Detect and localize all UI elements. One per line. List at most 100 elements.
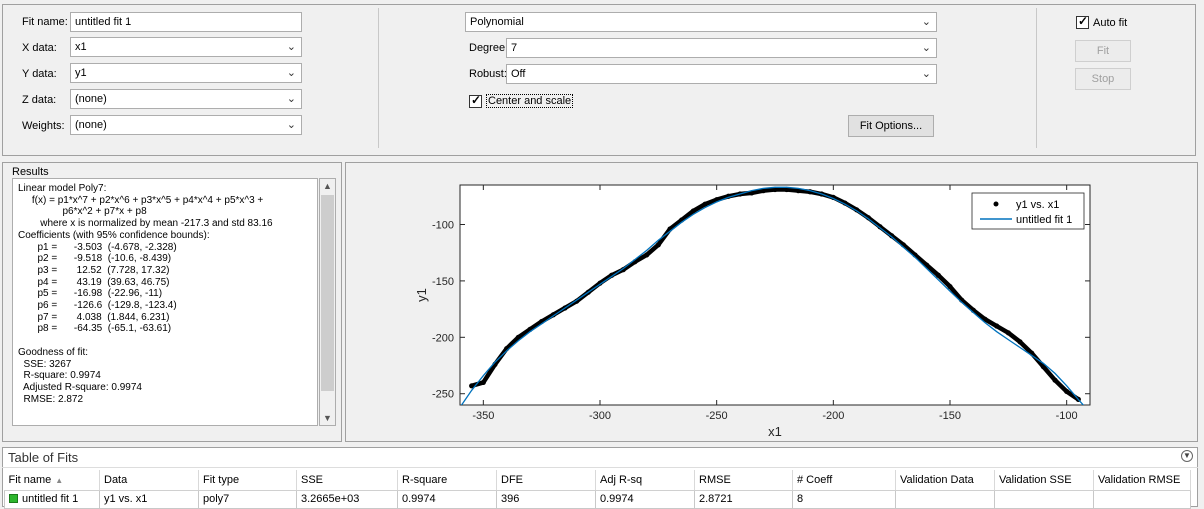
column-header[interactable]: SSE <box>296 470 398 491</box>
results-line <box>18 335 312 347</box>
cell-value: 2.8721 <box>699 493 733 505</box>
results-line: Coefficients (with 95% confidence bounds… <box>18 229 210 241</box>
table-cell: 3.2665e+03 <box>296 489 398 509</box>
results-line: where x is normalized by mean -217.3 and… <box>18 218 273 230</box>
table-cell <box>895 489 995 509</box>
table-header-divider <box>2 467 1198 468</box>
y-tick-label: -150 <box>432 276 454 288</box>
cell-value: untitled fit 1 <box>22 493 79 505</box>
table-cell: y1 vs. x1 <box>99 489 199 509</box>
y-data-select[interactable]: y1 ⌄ <box>70 63 302 83</box>
robust-select[interactable]: Off ⌄ <box>506 64 937 84</box>
column-header[interactable]: Fit name ▲ <box>4 470 100 491</box>
column-header[interactable]: R-square <box>397 470 497 491</box>
checkbox-checked-icon[interactable] <box>469 93 482 108</box>
y-axis-label: y1 <box>414 288 429 302</box>
scroll-up-icon[interactable]: ▲ <box>323 181 332 191</box>
x-tick-label: -300 <box>589 410 611 422</box>
stop-button[interactable]: Stop <box>1075 68 1131 90</box>
results-line: Linear model Poly7: <box>18 183 107 194</box>
z-data-label: Z data: <box>22 94 57 106</box>
results-line: RMSE: 2.872 <box>18 393 84 405</box>
cell-value: y1 vs. x1 <box>104 493 148 505</box>
table-cell: poly7 <box>198 489 297 509</box>
results-line: p6 = -126.6 (-129.8, -123.4) <box>18 300 177 312</box>
chevron-down-icon: ⌄ <box>286 93 296 105</box>
column-header[interactable]: Validation SSE <box>994 470 1094 491</box>
results-line: p3 = 12.52 (7.728, 17.32) <box>18 264 170 276</box>
center-scale-checkbox[interactable]: Center and scale <box>469 93 574 108</box>
fit-type-select[interactable]: Polynomial ⌄ <box>465 12 937 32</box>
column-header[interactable]: Fit type <box>198 470 297 491</box>
legend-marker-points <box>993 201 999 207</box>
results-line: SSE: 3267 <box>18 358 72 370</box>
scrollbar-thumb[interactable] <box>321 195 334 391</box>
x-data-select[interactable]: x1 ⌄ <box>70 37 302 57</box>
column-header[interactable]: RMSE <box>694 470 793 491</box>
degree-value: 7 <box>511 42 518 54</box>
weights-select[interactable]: (none) ⌄ <box>70 115 302 135</box>
x-axis-label: x1 <box>768 424 782 439</box>
fit-plot[interactable]: -350 -300 -250 -200 -150 -100 -100 -150 -200 -250… <box>346 163 1197 441</box>
y-tick-label: -200 <box>432 332 454 344</box>
x-tick-label: -100 <box>1056 410 1078 422</box>
scroll-down-icon[interactable]: ▼ <box>323 413 332 423</box>
chevron-down-icon: ⌄ <box>921 42 931 54</box>
column-header[interactable]: Validation Data <box>895 470 995 491</box>
column-header[interactable]: Adj R-sq <box>595 470 695 491</box>
column-header[interactable]: DFE <box>496 470 596 491</box>
robust-value: Off <box>511 68 526 80</box>
y-data-value: y1 <box>75 67 87 79</box>
table-of-fits-title: Table of Fits <box>8 450 79 465</box>
results-line: Adjusted R-square: 0.9974 <box>18 381 142 393</box>
x-tick-label: -150 <box>939 410 961 422</box>
z-data-select[interactable]: (none) ⌄ <box>70 89 302 109</box>
x-tick-label: -350 <box>472 410 494 422</box>
table-cell <box>1093 489 1191 509</box>
table-cell <box>994 489 1094 509</box>
results-line: Goodness of fit: <box>18 346 89 358</box>
table-cell: 2.8721 <box>694 489 793 509</box>
results-text-area[interactable]: Linear model Poly7: f(x) = p1*x^7 + p2*x… <box>12 178 318 426</box>
results-line: p4 = 43.19 (39.63, 46.75) <box>18 276 170 288</box>
robust-label: Robust: <box>469 68 507 80</box>
degree-label: Degree: <box>469 42 509 54</box>
x-tick-label: -200 <box>822 410 844 422</box>
fit-options-button[interactable]: Fit Options... <box>848 115 934 137</box>
weights-value: (none) <box>75 119 107 131</box>
results-line: p6*x^2 + p7*x + p8 <box>18 206 147 218</box>
fit-name-label: Fit name: <box>22 16 68 28</box>
checkbox-checked-icon[interactable] <box>1076 14 1089 29</box>
results-title: Results <box>12 166 49 178</box>
fit-name-input[interactable]: untitled fit 1 <box>70 12 302 32</box>
table-cell: 396 <box>496 489 596 509</box>
fit-button[interactable]: Fit <box>1075 40 1131 62</box>
auto-fit-label: Auto fit <box>1093 16 1128 29</box>
legend-label: y1 vs. x1 <box>1016 199 1059 211</box>
cell-value: poly7 <box>203 493 230 505</box>
fit-type-value: Polynomial <box>470 16 524 28</box>
collapse-icon[interactable]: ▼ <box>1181 450 1193 462</box>
panel-divider-2 <box>1036 8 1037 148</box>
degree-select[interactable]: 7 ⌄ <box>506 38 937 58</box>
cell-value: 396 <box>501 493 520 505</box>
y-data-label: Y data: <box>22 68 57 80</box>
panel-divider-1 <box>378 8 379 148</box>
results-scrollbar[interactable]: ▲ ▼ <box>319 178 336 426</box>
table-row[interactable]: untitled fit 1 y1 vs. x1 poly7 3.2665e+03 0.… <box>4 489 1191 509</box>
center-scale-label: Center and scale <box>486 94 574 108</box>
table-cell: 8 <box>792 489 896 509</box>
column-header[interactable]: Data <box>99 470 199 491</box>
results-line: p5 = -16.98 (-22.96, -11) <box>18 288 163 300</box>
table-cell: 0.9974 <box>397 489 497 509</box>
column-header[interactable]: # Coeff <box>792 470 896 491</box>
column-header[interactable]: Validation RMSE <box>1093 470 1191 491</box>
x-data-label: X data: <box>22 42 57 54</box>
results-line: p1 = -3.503 (-4.678, -2.328) <box>18 241 177 253</box>
x-tick-label: -250 <box>706 410 728 422</box>
y-tick-label: -250 <box>432 389 454 401</box>
table-cell: untitled fit 1 <box>4 489 100 509</box>
auto-fit-checkbox[interactable]: Auto fit <box>1076 14 1128 29</box>
sort-ascending-icon[interactable]: ▲ <box>55 476 63 485</box>
table-cell: 0.9974 <box>595 489 695 509</box>
